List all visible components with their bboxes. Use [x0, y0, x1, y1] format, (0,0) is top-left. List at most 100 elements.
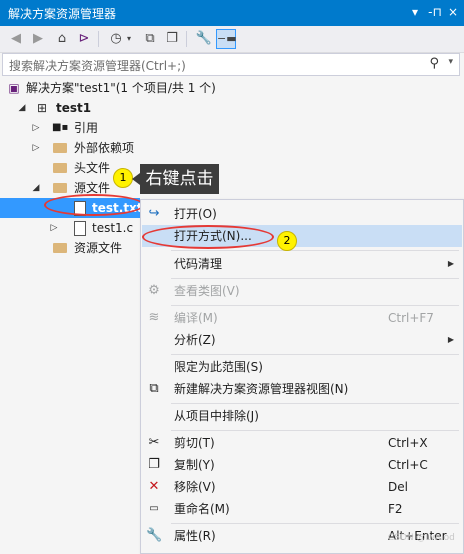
forward-icon[interactable]: ▶	[28, 29, 48, 49]
filter-folder-icon	[52, 240, 68, 256]
chevron-down-icon[interactable]: ▾	[124, 29, 134, 49]
solution-icon: ▣	[8, 81, 20, 95]
menu-separator	[171, 305, 459, 306]
menu-item-rename[interactable]: ▭ 重命名(M) F2	[142, 498, 462, 520]
tree-item-label: test1.c	[92, 221, 134, 235]
back-icon[interactable]: ◀	[6, 29, 26, 49]
collapsed-arrow-icon[interactable]: ▷	[30, 138, 42, 158]
panel-title: 解决方案资源管理器	[8, 7, 117, 21]
menu-item-view-class-diagram: ⚙ 查看类图(V)	[142, 280, 462, 302]
toolbar-separator	[98, 31, 99, 47]
filter-folder-icon	[52, 160, 68, 176]
tree-item-label: 引用	[74, 121, 99, 135]
rename-icon: ▭	[149, 503, 159, 514]
class-diagram-icon: ⚙	[148, 283, 160, 298]
annotation-badge-2: 2	[277, 231, 297, 251]
wrench-icon: 🔧	[146, 528, 163, 543]
collapse-all-icon[interactable]: ⧉	[140, 29, 160, 49]
tree-item-label: 头文件	[74, 161, 111, 175]
menu-item-label: 限定为此范围(S)	[174, 360, 263, 374]
menu-item-label: 从项目中排除(J)	[174, 409, 259, 423]
project-icon: ⊞	[36, 101, 48, 115]
annotation-ellipse-2	[142, 225, 274, 249]
toolbar-separator	[186, 31, 187, 47]
submenu-arrow-icon: ▶	[447, 259, 454, 268]
menu-item-new-explorer-view[interactable]: ⧉ 新建解决方案资源管理器视图(N)	[142, 378, 462, 400]
expanded-arrow-icon[interactable]: ◢	[16, 98, 28, 118]
tree-item-label: test1	[56, 101, 92, 115]
menu-item-scope-to-this[interactable]: 限定为此范围(S)	[142, 356, 462, 378]
auto-hide-pin-icon[interactable]: -⊓	[424, 4, 446, 20]
menu-separator	[171, 278, 459, 279]
menu-item-label: 移除(V)	[174, 480, 216, 494]
menu-item-open[interactable]: ↪ 打开(O)	[142, 203, 462, 225]
chevron-down-icon[interactable]: ▾	[448, 57, 453, 67]
menu-separator	[171, 523, 459, 524]
menu-item-shortcut: Ctrl+X	[388, 436, 428, 450]
search-placeholder: 搜索解决方案资源管理器(Ctrl+;)	[9, 59, 186, 73]
c-file-icon	[72, 220, 88, 236]
menu-item-shortcut: Del	[388, 480, 408, 494]
menu-separator	[171, 250, 459, 251]
context-menu: ↪ 打开(O) 打开方式(N)... 代码清理 ▶ ⚙ 查看类图(V) ≋ 编译…	[140, 199, 464, 554]
menu-item-copy[interactable]: ❐ 复制(Y) Ctrl+C	[142, 454, 462, 476]
menu-item-remove[interactable]: ✕ 移除(V) Del	[142, 476, 462, 498]
scissors-icon: ✂	[148, 435, 160, 450]
collapsed-arrow-icon[interactable]: ▷	[30, 118, 42, 138]
menu-separator	[171, 354, 459, 355]
annotation-ellipse-1	[44, 194, 144, 216]
wrench-icon[interactable]: 🔧	[194, 29, 214, 49]
menu-item-label: 代码清理	[174, 257, 223, 271]
menu-separator	[171, 403, 459, 404]
menu-item-compile: ≋ 编译(M) Ctrl+F7	[142, 307, 462, 329]
menu-item-label: 分析(Z)	[174, 333, 216, 347]
home-icon[interactable]: ⌂	[52, 29, 72, 49]
copy-icon[interactable]: ❐	[162, 29, 182, 49]
menu-item-label: 剪切(T)	[174, 436, 215, 450]
tree-item-label: 外部依赖项	[74, 141, 135, 155]
menu-item-analyze[interactable]: 分析(Z) ▶	[142, 329, 462, 351]
compile-icon: ≋	[148, 310, 160, 325]
tree-item-external-deps[interactable]: ▷ 外部依赖项	[0, 138, 464, 158]
expanded-arrow-icon[interactable]: ◢	[30, 178, 42, 198]
menu-item-exclude-from-project[interactable]: 从项目中排除(J)	[142, 405, 462, 427]
solution-explorer-titlebar: 解决方案资源管理器 ▾ -⊓ ×	[0, 0, 464, 26]
menu-item-label: 重命名(M)	[174, 502, 230, 516]
tree-item-label: 资源文件	[74, 241, 123, 255]
annotation-badge-1: 1	[113, 168, 133, 188]
menu-item-code-cleanup[interactable]: 代码清理 ▶	[142, 253, 462, 275]
tree-item-project[interactable]: ◢ ⊞ test1	[0, 98, 464, 118]
preview-toggle-icon[interactable]: −▬	[216, 29, 237, 49]
menu-item-shortcut: Ctrl+F7	[388, 311, 434, 325]
search-icon[interactable]: ⚲	[429, 56, 439, 71]
window-position-icon[interactable]: ▾	[408, 4, 422, 20]
open-icon: ↪	[148, 206, 160, 221]
menu-item-label: 新建解决方案资源管理器视图(N)	[174, 382, 349, 396]
tree-item-label: 解决方案"test1"(1 个项目/共 1 个)	[26, 81, 216, 95]
search-input[interactable]: 搜索解决方案资源管理器(Ctrl+;) ⚲ ▾	[2, 53, 460, 76]
filter-folder-icon	[52, 180, 68, 196]
tree-item-header-files[interactable]: 头文件	[0, 158, 464, 178]
new-view-icon: ⧉	[149, 381, 159, 396]
tree-item-solution[interactable]: ▣ 解决方案"test1"(1 个项目/共 1 个)	[0, 78, 464, 98]
close-icon[interactable]: ×	[446, 4, 460, 20]
watermark: CSDN @Lwuod	[388, 533, 455, 543]
menu-item-label: 编译(M)	[174, 311, 218, 325]
history-icon[interactable]: ◷	[106, 29, 126, 49]
folder-icon	[52, 140, 68, 156]
copy-icon: ❐	[148, 457, 160, 472]
menu-item-cut[interactable]: ✂ 剪切(T) Ctrl+X	[142, 432, 462, 454]
menu-separator	[171, 430, 459, 431]
vs-icon[interactable]: ⊳	[74, 29, 94, 49]
menu-item-label: 复制(Y)	[174, 458, 215, 472]
annotation-tooltip: 右键点击	[132, 164, 219, 194]
remove-x-icon: ✕	[148, 479, 160, 494]
submenu-arrow-icon: ▶	[447, 335, 454, 344]
tree-item-references[interactable]: ▷ ■▪ 引用	[0, 118, 464, 138]
menu-item-shortcut: F2	[388, 502, 403, 516]
collapsed-arrow-icon[interactable]: ▷	[48, 218, 60, 238]
menu-item-label: 打开(O)	[174, 207, 217, 221]
menu-item-label: 属性(R)	[174, 529, 216, 543]
menu-item-label: 查看类图(V)	[174, 284, 240, 298]
references-icon: ■▪	[52, 122, 69, 133]
